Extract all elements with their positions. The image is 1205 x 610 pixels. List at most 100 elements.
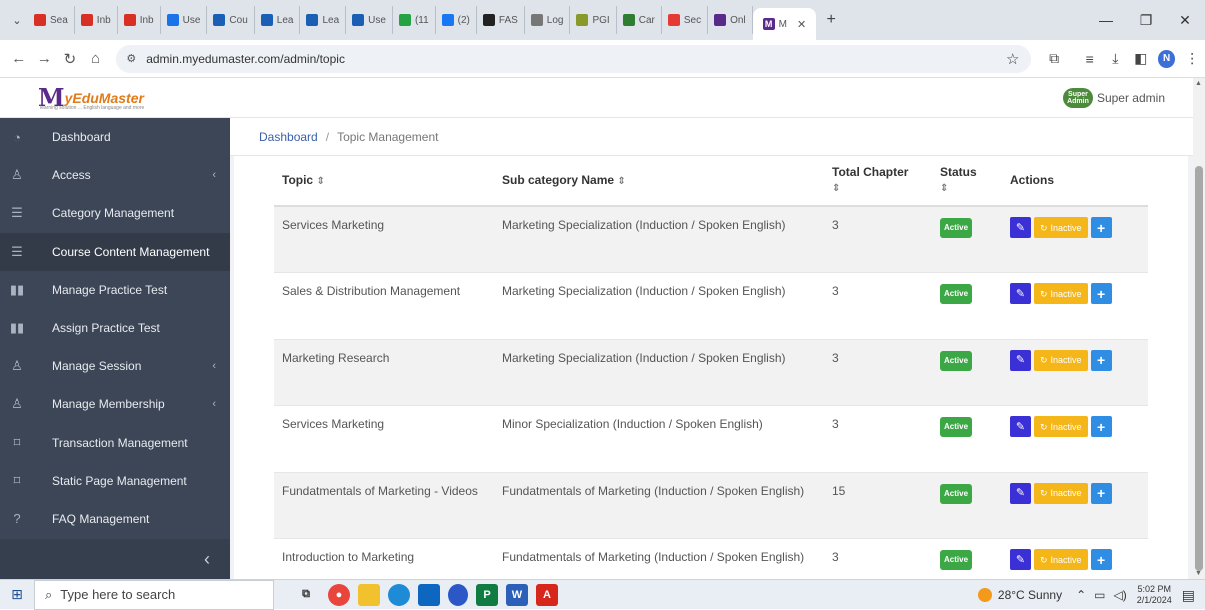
home-icon[interactable]: ⌂ <box>83 50 109 67</box>
inactive-toggle-button[interactable]: ↻ Inactive <box>1034 549 1088 570</box>
extensions-icon[interactable]: ⧉ <box>1041 50 1067 67</box>
browser-tab[interactable]: Use <box>161 6 208 34</box>
profile-avatar[interactable]: N <box>1157 49 1176 68</box>
edit-button[interactable]: ✎ <box>1010 549 1031 570</box>
sidebar-item-static-page-management[interactable]: ⌑ Static Page Management <box>0 462 230 500</box>
minimize-button[interactable]: — <box>1086 0 1126 40</box>
add-chapter-button[interactable]: + <box>1090 549 1112 570</box>
site-info-icon[interactable]: ⚙ <box>126 52 136 65</box>
side-panel-icon[interactable]: ◧ <box>1128 50 1154 67</box>
browser-tab[interactable]: Inb <box>75 6 118 34</box>
column-header-topic[interactable]: Topic ⇕ <box>274 156 494 207</box>
inactive-toggle-button[interactable]: ↻ Inactive <box>1034 416 1088 437</box>
column-header-subcategory[interactable]: Sub category Name ⇕ <box>494 156 824 207</box>
browser-tab[interactable]: (2) <box>436 6 477 34</box>
notifications-icon[interactable]: ▤ <box>1182 587 1195 604</box>
browser-tab[interactable]: Use <box>346 6 393 34</box>
sidebar-item-transaction-management[interactable]: ⌑ Transaction Management <box>0 424 230 462</box>
table-body: Services Marketing Marketing Specializati… <box>274 205 1148 579</box>
cell-subcategory: Minor Specialization (Induction / Spoken… <box>494 405 824 472</box>
sidebar-item-access[interactable]: ♙ Access ‹ <box>0 156 230 194</box>
breadcrumb-dashboard-link[interactable]: Dashboard <box>259 130 318 144</box>
page-scrollbar[interactable]: ▲ ▼ <box>1193 78 1205 579</box>
close-window-button[interactable]: ✕ <box>1165 0 1205 40</box>
browser-tab[interactable]: PGI <box>570 6 617 34</box>
column-header-chapters[interactable]: Total Chapter ⇕ <box>824 156 932 207</box>
column-header-status[interactable]: Status ⇕ <box>932 156 1002 207</box>
logo[interactable]: M yEduMaster learning solution ... Engli… <box>0 78 230 118</box>
browser-tab[interactable]: Sec <box>662 6 709 34</box>
bookmark-icon: ⌑ <box>13 472 21 488</box>
browser-tab[interactable]: Onl <box>708 6 753 34</box>
forward-button[interactable]: → <box>32 50 58 67</box>
back-button[interactable]: ← <box>6 50 32 67</box>
app-icon[interactable] <box>448 583 468 606</box>
add-chapter-button[interactable]: + <box>1090 482 1112 504</box>
tray-overflow-icon[interactable]: ⌃ <box>1076 588 1086 602</box>
scroll-up-icon[interactable]: ▲ <box>1195 80 1202 87</box>
browser-tab[interactable]: FAS <box>477 6 525 34</box>
file-explorer-icon[interactable] <box>358 583 380 606</box>
inactive-toggle-button[interactable]: ↻ Inactive <box>1034 217 1088 238</box>
inactive-toggle-button[interactable]: ↻ Inactive <box>1034 349 1088 371</box>
browser-tab[interactable]: Cou <box>207 6 255 34</box>
windows-start-icon[interactable]: ⊞ <box>0 586 34 603</box>
reading-list-icon[interactable]: ≡ <box>1077 51 1103 67</box>
new-tab-button[interactable]: + <box>820 9 842 31</box>
network-icon[interactable]: ▭ <box>1094 588 1105 602</box>
active-tab[interactable]: M M ✕ <box>752 8 817 40</box>
volume-icon[interactable]: ◁) <box>1113 588 1126 602</box>
app-icon <box>306 14 319 26</box>
sidebar-item-manage-membership[interactable]: ♙ Manage Membership ‹ <box>0 385 230 423</box>
acrobat-icon[interactable]: A <box>536 583 558 606</box>
taskbar-search[interactable]: ⌕ Type here to search <box>34 579 274 610</box>
downloads-icon[interactable]: ⤓ <box>1103 50 1129 67</box>
sidebar-item-manage-practice-test[interactable]: ▮▮ Manage Practice Test <box>0 271 230 309</box>
add-chapter-button[interactable]: + <box>1090 283 1112 304</box>
browser-tab-label: Car <box>638 14 655 26</box>
store-icon[interactable] <box>418 583 440 606</box>
url-field[interactable]: ⚙ admin.myedumaster.com/admin/topic ☆ <box>116 44 1032 73</box>
browser-tab[interactable]: (11 <box>393 6 436 34</box>
task-view-icon[interactable]: ⧉ <box>292 584 320 606</box>
chrome-icon[interactable]: ● <box>328 583 350 606</box>
scroll-down-icon[interactable]: ▼ <box>1195 570 1202 577</box>
browser-tab[interactable]: Lea <box>300 6 347 34</box>
sidebar-item-course-content-management[interactable]: ☰ Course Content Management <box>0 232 230 271</box>
close-tab-icon[interactable]: ✕ <box>797 18 806 31</box>
browser-tab[interactable]: Inb <box>118 6 161 34</box>
add-chapter-button[interactable]: + <box>1090 416 1112 437</box>
plus-icon: + <box>1096 485 1106 501</box>
inactive-toggle-button[interactable]: ↻ Inactive <box>1034 482 1088 504</box>
weather-text[interactable]: 28°C Sunny <box>998 588 1062 602</box>
add-chapter-button[interactable]: + <box>1090 349 1112 371</box>
edit-button[interactable]: ✎ <box>1010 349 1031 371</box>
browser-tab[interactable]: Car <box>617 6 662 34</box>
word-icon[interactable]: W <box>506 583 528 606</box>
bookmark-star-icon[interactable]: ☆ <box>1006 50 1019 68</box>
user-menu[interactable]: Super Admin Super admin <box>1062 88 1165 108</box>
sidebar-item-assign-practice-test[interactable]: ▮▮ Assign Practice Test <box>0 309 230 347</box>
sidebar-item-dashboard[interactable]: ◔ Dashboard <box>0 118 230 156</box>
sidebar-item-category-management[interactable]: ☰ Category Management <box>0 194 230 232</box>
browser-tab[interactable]: Log <box>525 6 571 34</box>
add-chapter-button[interactable]: + <box>1090 217 1112 238</box>
edit-button[interactable]: ✎ <box>1010 416 1031 437</box>
clock[interactable]: 5:02 PM 2/1/2024 <box>1137 584 1172 606</box>
restore-button[interactable]: ❐ <box>1126 0 1166 40</box>
reload-button[interactable]: ↻ <box>57 50 83 68</box>
tab-list-dropdown-icon[interactable]: ⌄ <box>6 9 28 31</box>
scrollbar-thumb[interactable] <box>1195 166 1203 571</box>
powerpoint-icon[interactable]: P <box>476 583 498 606</box>
browser-tab[interactable]: Sea <box>28 6 75 34</box>
edit-button[interactable]: ✎ <box>1010 283 1031 304</box>
inactive-toggle-button[interactable]: ↻ Inactive <box>1034 283 1088 304</box>
sidebar-item-manage-session[interactable]: ♙ Manage Session ‹ <box>0 347 230 385</box>
edit-button[interactable]: ✎ <box>1010 482 1031 504</box>
sidebar-collapse-button[interactable]: ‹ <box>0 539 230 579</box>
edge-icon[interactable] <box>388 583 410 606</box>
edit-button[interactable]: ✎ <box>1010 217 1031 238</box>
browser-menu-icon[interactable]: ⋮ <box>1179 50 1205 67</box>
browser-tab[interactable]: Lea <box>255 6 301 34</box>
sidebar-item-faq-management[interactable]: ? FAQ Management <box>0 500 230 538</box>
